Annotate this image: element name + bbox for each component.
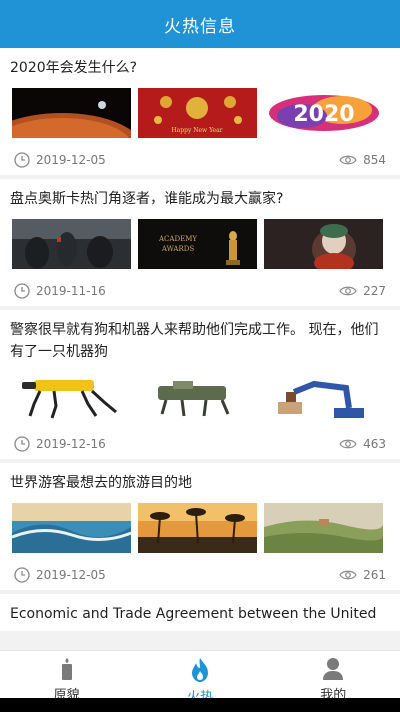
clock-icon (14, 567, 30, 583)
article-card[interactable]: 2020年会发生什么? Happy New Year 2020 2019-12-… (0, 48, 400, 175)
article-card[interactable]: 世界游客最想去的旅游目的地 2019-12-05 261 (0, 463, 400, 590)
article-thumbnail-mars[interactable] (12, 88, 131, 138)
page-title: 火热信息 (164, 16, 236, 37)
article-title[interactable]: 2020年会发生什么? (10, 48, 390, 85)
year-2020-text: 2020 (293, 102, 354, 127)
article-thumbnail-joker[interactable] (264, 219, 383, 269)
article-thumbnail-2020[interactable]: 2020 (264, 88, 383, 138)
article-title[interactable]: 盘点奥斯卡热门角逐者，谁能成为最大赢家? (10, 179, 390, 216)
eye-icon (339, 439, 357, 449)
eye-icon (339, 155, 357, 165)
academy-awards-text: AWARDS (161, 245, 195, 253)
eye-icon (339, 286, 357, 296)
article-card[interactable]: 盘点奥斯卡热门角逐者，谁能成为最大赢家? ACADEMY AWARDS 2019… (0, 179, 400, 306)
academy-awards-text: ACADEMY (158, 235, 197, 243)
candle-icon (61, 658, 72, 680)
new-year-text: Happy New Year (171, 127, 222, 134)
view-count: 854 (363, 153, 386, 167)
view-count: 227 (363, 284, 386, 298)
article-thumbnail-robot-dog-military[interactable] (138, 372, 257, 422)
flame-icon (191, 658, 208, 682)
article-thumbnail-robot-arm[interactable] (264, 372, 383, 422)
article-title[interactable]: Economic and Trade Agreement between the… (10, 594, 390, 631)
article-thumbnail-tuscany-hills[interactable] (264, 503, 383, 553)
article-thumbnail-ocean-wave[interactable] (12, 503, 131, 553)
app-header: 火热信息 (0, 0, 400, 48)
eye-icon (339, 570, 357, 580)
view-count: 463 (363, 437, 386, 451)
article-date: 2019-12-05 (36, 153, 106, 167)
clock-icon (14, 152, 30, 168)
system-navigation-bar (0, 698, 400, 712)
article-thumbnail-new-year[interactable]: Happy New Year (138, 88, 257, 138)
article-title[interactable]: 世界游客最想去的旅游目的地 (10, 463, 390, 500)
clock-icon (14, 436, 30, 452)
article-date: 2019-12-16 (36, 437, 106, 451)
article-thumbnail-robot-dog[interactable] (12, 372, 131, 422)
article-card[interactable]: Economic and Trade Agreement between the… (0, 594, 400, 631)
article-date: 2019-11-16 (36, 284, 106, 298)
article-thumbnail-sunset-palms[interactable] (138, 503, 257, 553)
article-title[interactable]: 警察很早就有狗和机器人来帮助他们完成工作。 现在，他们有了一只机器狗 (10, 310, 390, 369)
clock-icon (14, 283, 30, 299)
news-feed[interactable]: 2020年会发生什么? Happy New Year 2020 2019-12-… (0, 48, 400, 650)
view-count: 261 (363, 568, 386, 582)
article-date: 2019-12-05 (36, 568, 106, 582)
person-icon (323, 658, 344, 680)
article-thumbnail-academy-awards[interactable]: ACADEMY AWARDS (138, 219, 257, 269)
article-card[interactable]: 警察很早就有狗和机器人来帮助他们完成工作。 现在，他们有了一只机器狗 2019-… (0, 310, 400, 459)
article-thumbnail-war-film[interactable] (12, 219, 131, 269)
